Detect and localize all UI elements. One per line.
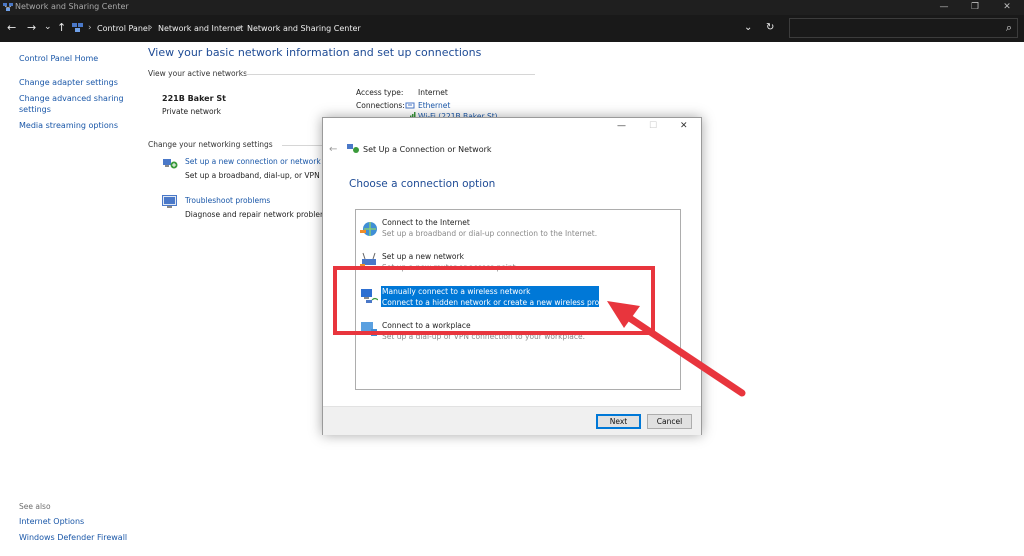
- setup-connection-description: Set up a broadband, dial-up, or VPN co: [185, 171, 331, 180]
- recent-locations-icon[interactable]: ⌄: [44, 22, 52, 32]
- ethernet-icon: [405, 102, 415, 109]
- change-advanced-sharing-link[interactable]: Change advanced sharing: [19, 94, 124, 103]
- back-arrow-icon[interactable]: ←: [7, 21, 16, 34]
- connections-label: Connections:: [356, 101, 405, 110]
- window-title-bar: Network and Sharing Center — ❐ ✕: [0, 0, 1024, 15]
- dialog-title: Set Up a Connection or Network: [363, 145, 492, 154]
- divider: [282, 145, 322, 146]
- ethernet-connection-link[interactable]: Ethernet: [418, 101, 450, 110]
- breadcrumb-separator-icon: ›: [238, 23, 242, 33]
- troubleshoot-problems-link[interactable]: Troubleshoot problems: [185, 196, 270, 205]
- divider: [245, 74, 535, 75]
- change-adapter-settings-link[interactable]: Change adapter settings: [19, 78, 118, 87]
- troubleshoot-description: Diagnose and repair network problems: [185, 210, 332, 219]
- search-input[interactable]: ⌕: [789, 18, 1018, 38]
- access-type-value: Internet: [418, 88, 448, 97]
- dialog-minimize-button[interactable]: —: [617, 121, 626, 131]
- option-title: Set up a new network: [382, 252, 464, 261]
- setup-new-connection-link[interactable]: Set up a new connection or network: [185, 157, 321, 166]
- network-type: Private network: [162, 107, 221, 116]
- refresh-icon[interactable]: ↻: [766, 22, 774, 33]
- breadcrumb-control-panel[interactable]: Control Panel: [97, 24, 150, 33]
- connection-wizard-icon: [347, 144, 359, 153]
- access-type-label: Access type:: [356, 88, 404, 97]
- up-arrow-icon[interactable]: ↑: [57, 21, 66, 34]
- cancel-button[interactable]: Cancel: [647, 414, 692, 429]
- dialog-maximize-button: ☐: [649, 121, 658, 131]
- breadcrumb-network-sharing-center[interactable]: Network and Sharing Center: [247, 24, 361, 33]
- breadcrumb-separator-icon: ›: [149, 23, 153, 33]
- forward-arrow-icon[interactable]: →: [27, 21, 36, 34]
- troubleshoot-icon: [162, 195, 177, 208]
- breadcrumb-network-and-internet[interactable]: Network and Internet: [158, 24, 243, 33]
- media-streaming-options-link[interactable]: Media streaming options: [19, 121, 118, 130]
- dialog-footer: Next Cancel: [323, 406, 701, 435]
- new-connection-icon: [163, 159, 178, 169]
- control-panel-icon: [72, 23, 83, 32]
- dialog-heading: Choose a connection option: [349, 178, 496, 190]
- restore-button[interactable]: ❐: [961, 0, 989, 15]
- change-advanced-sharing-link-line2[interactable]: settings: [19, 105, 51, 114]
- network-name: 221B Baker St: [162, 94, 226, 103]
- network-center-icon: [3, 3, 13, 11]
- active-networks-label: View your active networks: [148, 69, 247, 78]
- minimize-button[interactable]: —: [930, 0, 958, 15]
- address-bar: ← → ⌄ ↑ › Control Panel › Network and In…: [0, 15, 1024, 42]
- internet-options-link[interactable]: Internet Options: [19, 517, 84, 526]
- search-icon[interactable]: ⌕: [1006, 21, 1012, 35]
- next-button[interactable]: Next: [596, 414, 641, 429]
- close-button[interactable]: ✕: [993, 0, 1021, 15]
- dialog-back-icon[interactable]: ←: [329, 144, 337, 155]
- option-description: Set up a broadband or dial-up connection…: [382, 229, 598, 238]
- address-dropdown-icon[interactable]: ⌄: [744, 22, 752, 33]
- page-title: View your basic network information and …: [148, 46, 482, 59]
- windows-defender-firewall-link[interactable]: Windows Defender Firewall: [19, 533, 127, 542]
- globe-icon: [360, 222, 377, 236]
- annotation-highlight-box: [333, 266, 655, 335]
- dialog-close-button[interactable]: ✕: [680, 121, 688, 131]
- option-title: Connect to the Internet: [382, 218, 470, 227]
- see-also-label: See also: [19, 502, 51, 511]
- control-panel-home-link[interactable]: Control Panel Home: [19, 54, 98, 63]
- change-settings-label: Change your networking settings: [148, 140, 273, 149]
- window-title: Network and Sharing Center: [15, 2, 129, 11]
- breadcrumb-separator-icon: ›: [88, 23, 92, 33]
- breadcrumb[interactable]: › Control Panel › Network and Internet ›…: [70, 18, 785, 38]
